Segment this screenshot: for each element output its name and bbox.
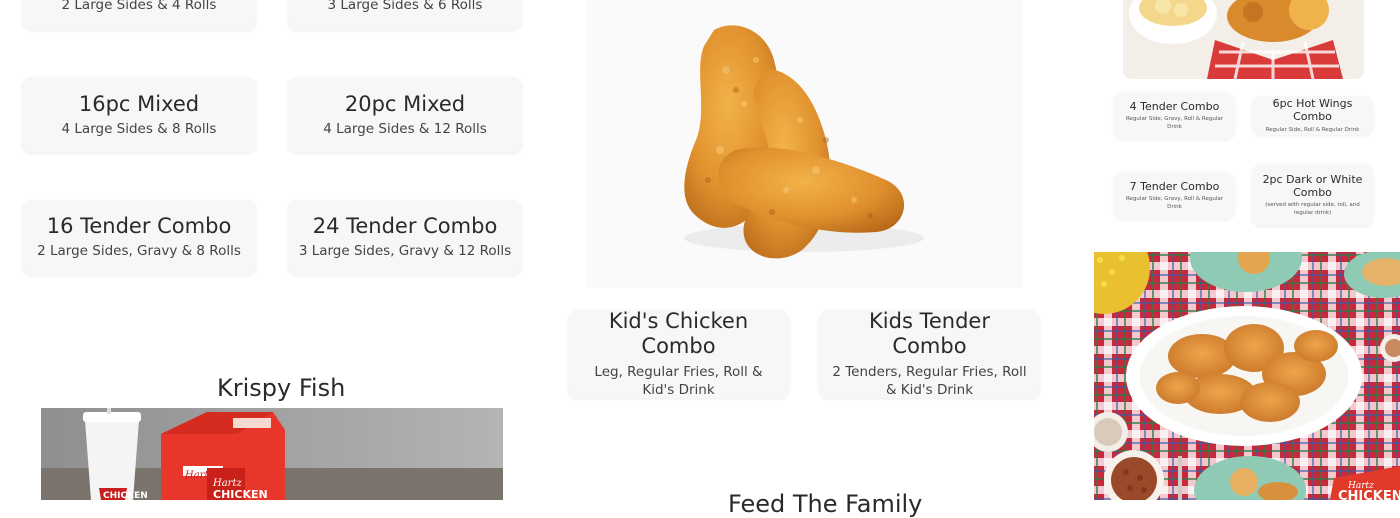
family-combo-card-24-tender[interactable]: 24 Tender Combo 3 Large Sides, Gravy & 1… [288,200,522,275]
family-combo-card-2[interactable]: 3 Large Sides & 6 Rolls [288,0,522,30]
family-combo-card-16-tender[interactable]: 16 Tender Combo 2 Large Sides, Gravy & 8… [22,200,256,275]
combo-title: Kids Tender Combo [869,308,990,358]
kids-tender-combo-card[interactable]: Kids Tender Combo 2 Tenders, Regular Fri… [819,308,1040,399]
6pc-hot-wings-combo-card[interactable]: 6pc Hot Wings Combo Regular Side, Roll &… [1252,96,1373,135]
combo-plate-image [1123,0,1364,79]
combo-subtitle: 4 Large Sides & 8 Rolls [61,120,217,137]
combo-title: 7 Tender Combo [1129,179,1220,193]
kids-chicken-combo-card[interactable]: Kid's Chicken Combo Leg, Regular Fries, … [568,308,789,399]
combo-title: 2pc Dark or White Combo [1262,172,1363,199]
combo-subtitle: Leg, Regular Fries, Roll & Kid's Drink [594,363,763,399]
combo-title: 24 Tender Combo [312,214,498,239]
combo-title: 16 Tender Combo [46,214,232,239]
7-tender-combo-card[interactable]: 7 Tender Combo Regular Side, Gravy, Roll… [1114,172,1235,219]
krispy-fish-heading: Krispy Fish [217,374,346,402]
combo-subtitle: (served with regular side, roll, and reg… [1265,201,1360,217]
combo-subtitle: 2 Large Sides & 4 Rolls [61,0,217,13]
4-tender-combo-card[interactable]: 4 Tender Combo Regular Side, Gravy, Roll… [1114,92,1235,139]
family-combo-card-16pc[interactable]: 16pc Mixed 4 Large Sides & 8 Rolls [22,77,256,153]
family-combo-card-1[interactable]: 2 Large Sides & 4 Rolls [22,0,256,30]
combo-subtitle: 3 Large Sides, Gravy & 12 Rolls [298,243,512,260]
combo-subtitle: 4 Large Sides & 12 Rolls [323,120,487,137]
family-combo-card-20pc[interactable]: 20pc Mixed 4 Large Sides & 12 Rolls [288,77,522,153]
family-meal-image: Hartz CHICKEN [1094,252,1400,500]
combo-title: 20pc Mixed [344,91,466,116]
combo-subtitle: Regular Side, Gravy, Roll & Regular Drin… [1125,195,1223,211]
2pc-dark-or-white-combo-card[interactable]: 2pc Dark or White Combo (served with reg… [1252,164,1373,226]
brand-logo-text: Hartz [184,470,214,481]
combo-subtitle: Regular Side, Gravy, Roll & Regular Drin… [1125,115,1223,131]
svg-text:CHICKEN: CHICKEN [213,488,268,500]
combo-subtitle: 2 Tenders, Regular Fries, Roll & Kid's D… [832,363,1027,399]
svg-text:CHICKEN: CHICKEN [1338,489,1400,500]
chicken-tenders-image [586,0,1023,288]
feed-the-family-heading: Feed The Family [728,490,923,518]
combo-subtitle: Regular Side, Roll & Regular Drink [1265,126,1360,133]
combo-title: 6pc Hot Wings Combo [1272,97,1353,124]
combo-title: 4 Tender Combo [1129,99,1220,113]
krispy-fish-image: Hartz Hartz CHICKEN CHICKEN [41,408,503,500]
combo-title: Kid's Chicken Combo [608,308,749,358]
combo-subtitle: 3 Large Sides & 6 Rolls [327,0,483,13]
combo-title: 16pc Mixed [78,91,200,116]
svg-text:CHICKEN: CHICKEN [103,491,148,500]
combo-subtitle: 2 Large Sides, Gravy & 8 Rolls [37,243,241,260]
